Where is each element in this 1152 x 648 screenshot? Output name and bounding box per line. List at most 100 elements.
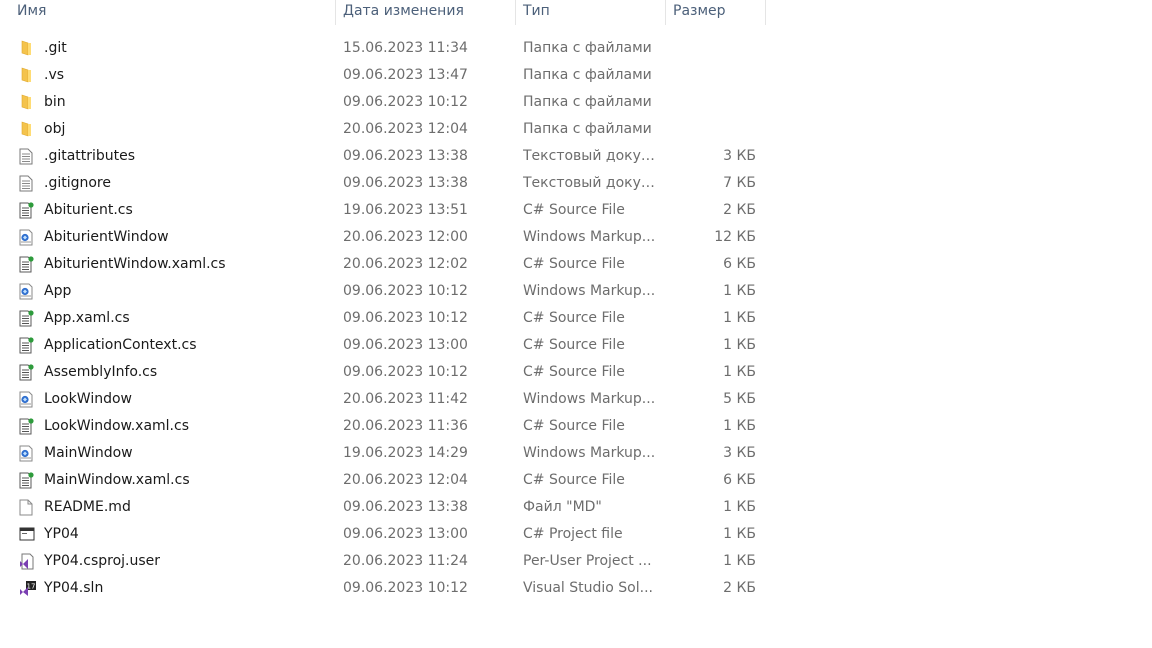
date-modified: 09.06.2023 10:12 — [343, 580, 468, 596]
table-row[interactable]: AssemblyInfo.cs 09.06.2023 10:12 C# Source… — [0, 359, 770, 386]
blank-file-icon — [19, 494, 37, 521]
table-row[interactable]: .git 15.06.2023 11:34 Папка с файлами — [0, 35, 770, 62]
file-type: C# Source File — [523, 202, 625, 218]
date-modified: 09.06.2023 13:38 — [343, 175, 468, 191]
table-row[interactable]: App 09.06.2023 10:12 Windows Markup... 1 КБ — [0, 278, 770, 305]
table-row[interactable]: .gitignore 09.06.2023 13:38 Текстовый доку… — [0, 170, 770, 197]
text-file-icon — [19, 170, 37, 197]
file-size: 5 КБ — [723, 391, 756, 407]
column-divider[interactable] — [765, 0, 766, 25]
file-type: Папка с файлами — [523, 40, 652, 56]
csharp-file-icon — [19, 197, 37, 224]
table-row[interactable]: AbiturientWindow.xaml.cs 20.06.2023 12:02… — [0, 251, 770, 278]
solution-file-icon: 17 — [19, 575, 37, 602]
file-name: bin — [44, 94, 66, 110]
date-modified: 09.06.2023 13:00 — [343, 337, 468, 353]
file-size — [665, 89, 756, 116]
file-size: 3 КБ — [723, 445, 756, 461]
table-row[interactable]: .gitattributes 09.06.2023 13:38 Текстовый … — [0, 143, 770, 170]
file-size: 1 КБ — [723, 553, 756, 569]
table-row[interactable]: README.md 09.06.2023 13:38 Файл "MD" 1 КБ — [0, 494, 770, 521]
file-type: Текстовый докум... — [523, 148, 659, 164]
date-modified: 20.06.2023 11:42 — [343, 391, 468, 407]
file-size — [665, 62, 756, 89]
column-header-name[interactable]: Имя — [0, 0, 335, 25]
file-name: Abiturient.cs — [44, 202, 133, 218]
csharp-file-icon — [19, 251, 37, 278]
file-name: .vs — [44, 67, 65, 83]
file-name: AbiturientWindow — [44, 229, 169, 245]
column-header-date[interactable]: Дата изменения — [335, 0, 515, 25]
file-size: 1 КБ — [723, 337, 756, 353]
file-type: C# Source File — [523, 364, 625, 380]
file-size: 1 КБ — [723, 418, 756, 434]
table-row[interactable]: 17 YP04.sln 09.06.2023 10:12 Visual Studio … — [0, 575, 770, 602]
table-row[interactable]: MainWindow 19.06.2023 14:29 Windows Markup… — [0, 440, 770, 467]
date-modified: 19.06.2023 13:51 — [343, 202, 468, 218]
table-row[interactable]: AbiturientWindow 20.06.2023 12:00 Windows … — [0, 224, 770, 251]
file-type: Windows Markup... — [523, 229, 656, 245]
xaml-file-icon — [19, 440, 37, 467]
table-row[interactable]: YP04 09.06.2023 13:00 C# Project file 1 КБ — [0, 521, 770, 548]
file-size: 7 КБ — [723, 175, 756, 191]
file-size: 6 КБ — [723, 472, 756, 488]
file-type: C# Source File — [523, 472, 625, 488]
date-modified: 09.06.2023 10:12 — [343, 310, 468, 326]
file-name: .git — [44, 40, 67, 56]
file-type: Windows Markup... — [523, 283, 656, 299]
table-row[interactable]: MainWindow.xaml.cs 20.06.2023 12:04 C# Sou… — [0, 467, 770, 494]
date-modified: 09.06.2023 13:47 — [343, 67, 468, 83]
csharp-file-icon — [19, 332, 37, 359]
file-size: 6 КБ — [723, 256, 756, 272]
file-name: obj — [44, 121, 66, 137]
file-name: YP04.csproj.user — [44, 553, 161, 569]
csharp-file-icon — [19, 413, 37, 440]
file-type: C# Source File — [523, 418, 625, 434]
file-type: Папка с файлами — [523, 67, 652, 83]
date-modified: 09.06.2023 13:38 — [343, 499, 468, 515]
file-type: Per-User Project ... — [523, 553, 652, 569]
file-type: C# Source File — [523, 310, 625, 326]
file-type: Папка с файлами — [523, 94, 652, 110]
table-row[interactable]: LookWindow 20.06.2023 11:42 Windows Markup… — [0, 386, 770, 413]
file-rows: .git 15.06.2023 11:34 Папка с файлами .vs 09… — [0, 35, 770, 602]
file-type: Visual Studio Sol... — [523, 580, 653, 596]
file-name: AbiturientWindow.xaml.cs — [44, 256, 226, 272]
table-row[interactable]: Abiturient.cs 19.06.2023 13:51 C# Source F… — [0, 197, 770, 224]
file-size: 1 КБ — [723, 526, 756, 542]
table-row[interactable]: YP04.csproj.user 20.06.2023 11:24 Per-User… — [0, 548, 770, 575]
file-size: 3 КБ — [723, 148, 756, 164]
file-name: AssemblyInfo.cs — [44, 364, 158, 380]
table-row[interactable]: App.xaml.cs 09.06.2023 10:12 C# Source Fil… — [0, 305, 770, 332]
column-header-size[interactable]: Размер — [665, 0, 765, 25]
table-row[interactable]: ApplicationContext.cs 09.06.2023 13:00 C# … — [0, 332, 770, 359]
file-type: Windows Markup... — [523, 391, 656, 407]
folder-icon — [19, 116, 37, 143]
folder-icon — [19, 35, 37, 62]
file-name: LookWindow.xaml.cs — [44, 418, 189, 434]
xaml-file-icon — [19, 278, 37, 305]
file-name: YP04.sln — [44, 580, 104, 596]
date-modified: 20.06.2023 11:24 — [343, 553, 468, 569]
file-type: Файл "MD" — [523, 499, 602, 515]
date-modified: 20.06.2023 12:04 — [343, 121, 468, 137]
table-row[interactable]: .vs 09.06.2023 13:47 Папка с файлами — [0, 62, 770, 89]
table-row[interactable]: bin 09.06.2023 10:12 Папка с файлами — [0, 89, 770, 116]
file-list-view: Имя Дата изменения Тип Размер .git 15.06.… — [0, 0, 1152, 648]
table-row[interactable]: obj 20.06.2023 12:04 Папка с файлами — [0, 116, 770, 143]
file-name: App.xaml.cs — [44, 310, 130, 326]
file-type: C# Source File — [523, 337, 625, 353]
file-name: ApplicationContext.cs — [44, 337, 197, 353]
file-type: C# Source File — [523, 256, 625, 272]
file-type: C# Project file — [523, 526, 623, 542]
date-modified: 09.06.2023 10:12 — [343, 364, 468, 380]
xaml-file-icon — [19, 224, 37, 251]
column-header-bar: Имя Дата изменения Тип Размер — [0, 0, 770, 25]
file-size: 1 КБ — [723, 310, 756, 326]
table-row[interactable]: LookWindow.xaml.cs 20.06.2023 11:36 C# Sou… — [0, 413, 770, 440]
file-size: 12 КБ — [714, 229, 756, 245]
folder-icon — [19, 62, 37, 89]
column-header-type[interactable]: Тип — [515, 0, 665, 25]
file-size: 2 КБ — [723, 202, 756, 218]
visual-studio-file-icon — [19, 548, 37, 575]
